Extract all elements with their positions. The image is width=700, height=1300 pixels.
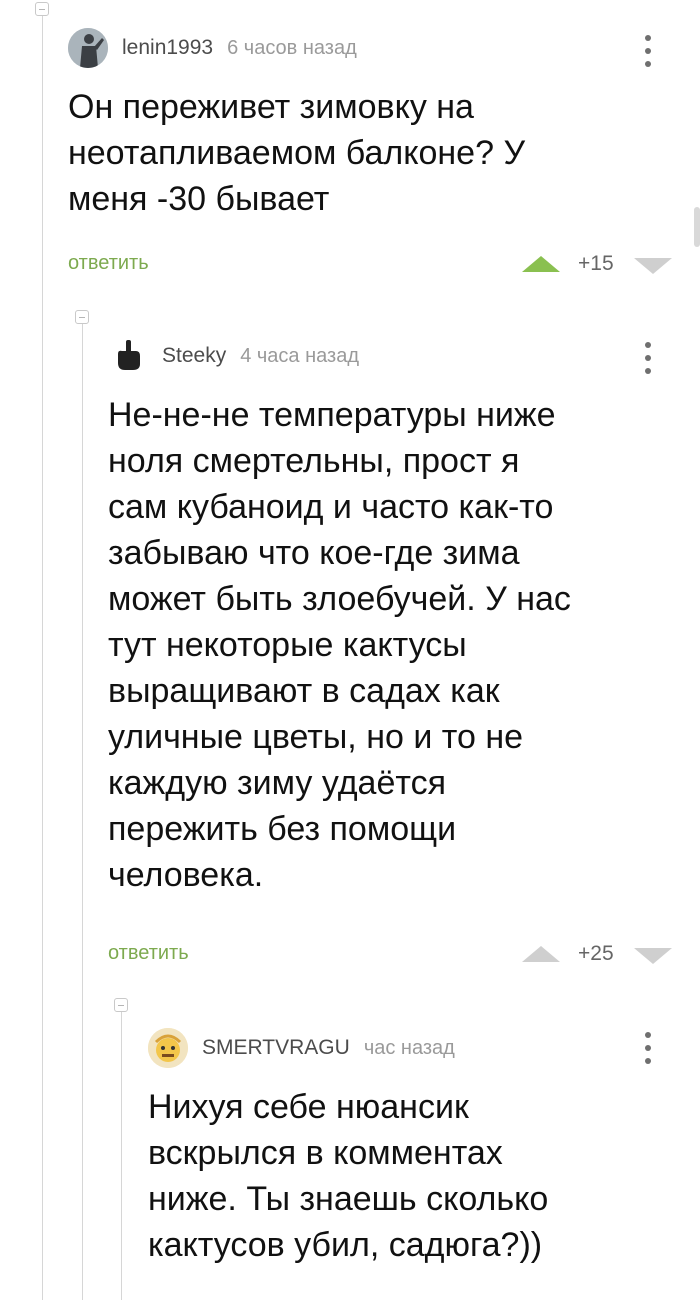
- thread-line-level-0: [42, 16, 43, 1300]
- thread-line-level-2: [121, 1012, 122, 1300]
- collapse-thread-button[interactable]: [35, 2, 49, 16]
- middle-finger-hand-icon[interactable]: [108, 336, 148, 376]
- rating: +25: [578, 942, 614, 965]
- timestamp: 6 часов назад: [227, 36, 357, 59]
- username[interactable]: lenin1993: [122, 36, 213, 60]
- collapse-thread-button[interactable]: [75, 310, 89, 324]
- upvote-icon[interactable]: [522, 256, 560, 272]
- rating: +15: [578, 252, 614, 275]
- reply-button[interactable]: ответить: [108, 942, 189, 965]
- more-options-icon[interactable]: [644, 342, 652, 381]
- comment-text: Нихуя себе нюансик вскрылся в комментах …: [148, 1088, 549, 1264]
- comment-header: lenin1993 6 часов назад: [68, 28, 668, 68]
- timestamp: час назад: [363, 1036, 455, 1059]
- upvote-icon[interactable]: [522, 946, 560, 962]
- scrollbar[interactable]: [694, 207, 700, 247]
- comment-header: Steeky 4 часа назад: [108, 336, 668, 376]
- downvote-icon[interactable]: [634, 948, 672, 964]
- comment-text: Он переживет зимовку на неотапливаемом б…: [68, 88, 526, 218]
- cartoon-face-avatar-icon[interactable]: [148, 1028, 188, 1068]
- more-options-icon[interactable]: [644, 35, 652, 74]
- collapse-thread-button[interactable]: [114, 998, 128, 1012]
- username[interactable]: SMERTVRAGU: [202, 1036, 350, 1060]
- username[interactable]: Steeky: [162, 344, 226, 368]
- comment: Steeky 4 часа назад: [108, 336, 668, 376]
- comment-text: Не-не-не температуры ниже ноля смертельн…: [108, 396, 571, 894]
- timestamp: 4 часа назад: [240, 344, 360, 367]
- reply-button[interactable]: ответить: [68, 252, 149, 275]
- comment: SMERTVRAGU час назад: [148, 1028, 668, 1068]
- comment: lenin1993 6 часов назад: [68, 28, 668, 68]
- thread-line-level-1: [82, 324, 83, 1300]
- comment-header: SMERTVRAGU час назад: [148, 1028, 668, 1068]
- downvote-icon[interactable]: [634, 258, 672, 274]
- statue-avatar-icon[interactable]: [68, 28, 108, 68]
- more-options-icon[interactable]: [644, 1032, 652, 1071]
